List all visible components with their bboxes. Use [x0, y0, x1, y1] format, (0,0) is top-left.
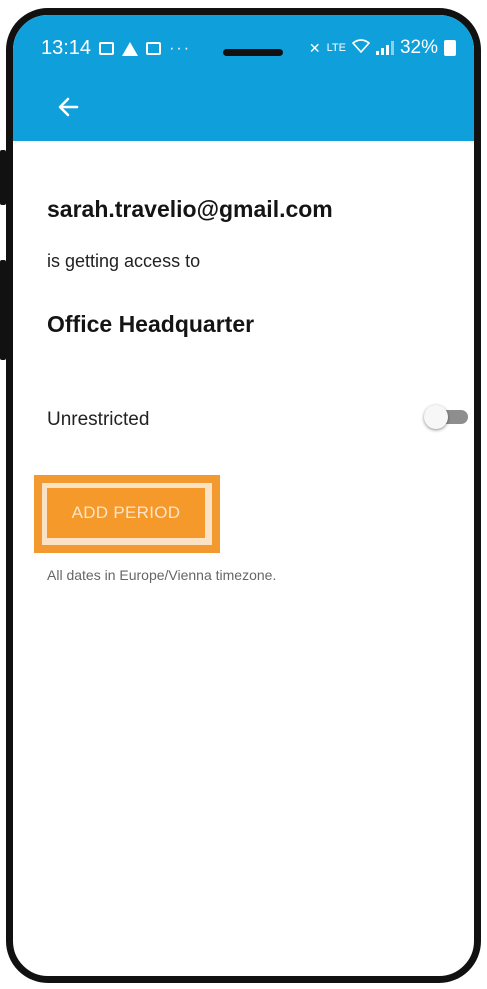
location-name: Office Headquarter: [47, 311, 255, 337]
battery-percent: 32%: [399, 37, 438, 58]
status-bar: 13:14 ··· ✕ LTE 32%: [13, 15, 474, 73]
unrestricted-toggle[interactable]: [424, 404, 468, 430]
mail-notification-icon: [146, 42, 162, 55]
access-description: is getting access to: [47, 251, 201, 271]
battery-icon: [444, 40, 456, 56]
wifi-icon: [351, 38, 371, 58]
gallery-notification-icon: [99, 42, 115, 55]
app-bar: [13, 73, 474, 141]
phone-frame: 13:14 ··· ✕ LTE 32% sarah.travelio@gmail…: [6, 8, 481, 983]
status-right: ✕ LTE 32%: [309, 37, 456, 59]
signal-icon: [375, 41, 394, 55]
warning-notification-icon: [122, 41, 139, 56]
unrestricted-label: Unrestricted: [47, 409, 150, 430]
more-notifications-icon: ···: [169, 39, 192, 57]
mute-icon: ✕: [308, 39, 321, 56]
timezone-note: All dates in Europe/Vienna timezone.: [47, 567, 277, 583]
toggle-knob: [424, 405, 448, 429]
add-period-button[interactable]: ADD PERIOD: [47, 488, 205, 538]
phone-speaker: [223, 49, 283, 56]
user-email: sarah.travelio@gmail.com: [47, 196, 333, 222]
arrow-left-icon[interactable]: [55, 93, 83, 121]
status-left: 13:14 ···: [41, 37, 191, 60]
status-time: 13:14: [41, 37, 92, 59]
network-type: LTE: [326, 42, 346, 54]
